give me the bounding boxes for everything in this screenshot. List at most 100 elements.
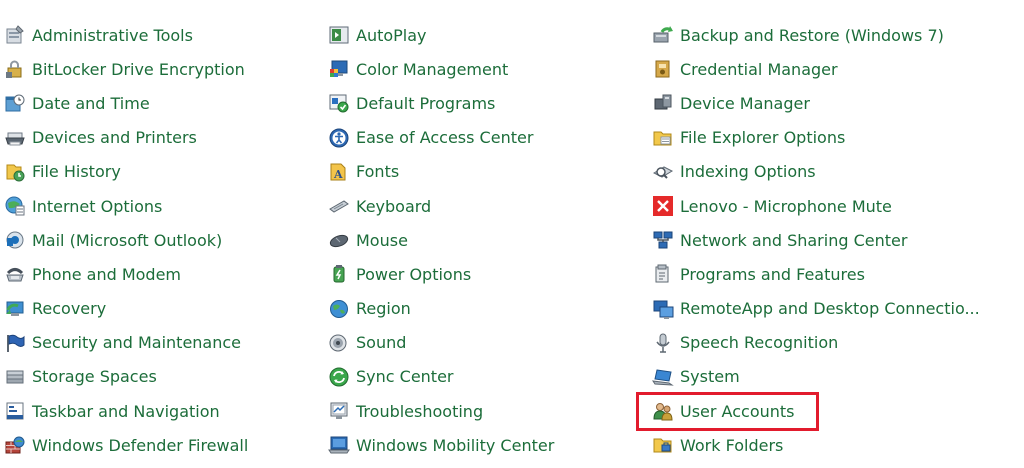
item-mail-outlook[interactable]: Mail (Microsoft Outlook) <box>4 223 248 257</box>
work-folders-icon <box>653 438 672 453</box>
item-label: Color Management <box>356 59 509 79</box>
recovery-icon <box>6 301 24 316</box>
item-date-time[interactable]: Date and Time <box>4 86 248 120</box>
item-file-history[interactable]: File History <box>4 155 248 189</box>
item-system[interactable]: System <box>652 360 980 394</box>
item-label: Network and Sharing Center <box>680 230 908 250</box>
microphone-icon <box>656 333 670 353</box>
item-devices-printers[interactable]: Devices and Printers <box>4 121 248 155</box>
firewall-icon <box>5 436 25 454</box>
item-power-options[interactable]: Power Options <box>328 257 554 291</box>
item-programs-features[interactable]: Programs and Features <box>652 257 980 291</box>
internet-options-icon <box>5 196 25 216</box>
item-label: Storage Spaces <box>32 367 157 387</box>
item-label: Power Options <box>356 264 472 284</box>
item-file-explorer-options[interactable]: File Explorer Options <box>652 121 980 155</box>
item-bitlocker[interactable]: BitLocker Drive Encryption <box>4 52 248 86</box>
item-label: Programs and Features <box>680 264 865 284</box>
item-label: Devices and Printers <box>32 128 197 148</box>
item-ease-of-access[interactable]: Ease of Access Center <box>328 121 554 155</box>
item-label: Fonts <box>356 162 400 182</box>
item-fonts[interactable]: A Fonts <box>328 155 554 189</box>
item-device-manager[interactable]: Device Manager <box>652 86 980 120</box>
item-label: BitLocker Drive Encryption <box>32 59 245 79</box>
item-default-programs[interactable]: Default Programs <box>328 86 554 120</box>
item-region[interactable]: Region <box>328 292 554 326</box>
backup-restore-icon <box>653 26 673 43</box>
item-sync-center[interactable]: Sync Center <box>328 360 554 394</box>
keyboard-icon <box>329 200 349 213</box>
ease-of-access-icon <box>329 128 349 148</box>
item-label: Sound <box>356 333 407 353</box>
item-troubleshooting[interactable]: Troubleshooting <box>328 394 554 428</box>
item-label: Region <box>356 299 411 319</box>
fonts-icon: A <box>330 163 346 181</box>
svg-text:A: A <box>333 168 343 181</box>
file-history-icon <box>6 164 25 182</box>
item-label: Work Folders <box>680 435 784 455</box>
credential-manager-icon <box>655 60 670 78</box>
item-sound[interactable]: Sound <box>328 326 554 360</box>
item-taskbar-navigation[interactable]: Taskbar and Navigation <box>4 394 248 428</box>
item-internet-options[interactable]: Internet Options <box>4 189 248 223</box>
item-keyboard[interactable]: Keyboard <box>328 189 554 223</box>
item-security-maintenance[interactable]: Security and Maintenance <box>4 326 248 360</box>
item-label: Indexing Options <box>680 162 816 182</box>
indexing-options-icon <box>652 166 674 179</box>
item-label: Windows Mobility Center <box>356 435 555 455</box>
item-label: Internet Options <box>32 196 163 216</box>
item-network-sharing-center[interactable]: Network and Sharing Center <box>652 223 980 257</box>
lenovo-mic-mute-icon <box>653 196 673 217</box>
column-3: Backup and Restore (Windows 7) Credentia… <box>652 18 980 462</box>
item-label: File Explorer Options <box>680 128 846 148</box>
user-accounts-icon <box>653 403 673 421</box>
item-label: Keyboard <box>356 196 432 216</box>
item-windows-defender-firewall[interactable]: Windows Defender Firewall <box>4 428 248 462</box>
security-flag-icon <box>7 334 25 352</box>
item-credential-manager[interactable]: Credential Manager <box>652 52 980 86</box>
mail-icon <box>6 231 24 249</box>
item-label: Administrative Tools <box>32 25 193 45</box>
bitlocker-icon <box>6 60 22 79</box>
item-backup-restore[interactable]: Backup and Restore (Windows 7) <box>652 18 980 52</box>
item-label: Taskbar and Navigation <box>32 401 220 421</box>
item-indexing-options[interactable]: Indexing Options <box>652 155 980 189</box>
printer-icon <box>5 132 25 146</box>
item-color-management[interactable]: Color Management <box>328 52 554 86</box>
item-label: AutoPlay <box>356 25 427 45</box>
item-storage-spaces[interactable]: Storage Spaces <box>4 360 248 394</box>
item-label: Default Programs <box>356 93 496 113</box>
item-label: Security and Maintenance <box>32 333 242 353</box>
item-remoteapp-desktop[interactable]: RemoteApp and Desktop Connectio... <box>652 292 980 326</box>
item-label: Phone and Modem <box>32 264 182 284</box>
item-windows-mobility-center[interactable]: Windows Mobility Center <box>328 428 554 462</box>
device-manager-icon <box>654 94 672 110</box>
item-label: Mouse <box>356 230 408 250</box>
item-mouse[interactable]: Mouse <box>328 223 554 257</box>
sound-icon <box>329 334 347 352</box>
autoplay-icon <box>329 26 349 44</box>
item-label: Recovery <box>32 299 107 319</box>
item-work-folders[interactable]: Work Folders <box>652 428 980 462</box>
item-label: User Accounts <box>680 401 795 421</box>
column-1: Administrative Tools BitLocker Drive Enc… <box>4 18 248 462</box>
item-speech-recognition[interactable]: Speech Recognition <box>652 326 980 360</box>
item-administrative-tools[interactable]: Administrative Tools <box>4 18 248 52</box>
item-label: Speech Recognition <box>680 333 839 353</box>
item-autoplay[interactable]: AutoPlay <box>328 18 554 52</box>
item-label: Mail (Microsoft Outlook) <box>32 230 223 250</box>
region-globe-icon <box>330 299 348 318</box>
item-label: Troubleshooting <box>356 401 484 421</box>
item-phone-modem[interactable]: Phone and Modem <box>4 257 248 291</box>
item-lenovo-microphone-mute[interactable]: Lenovo - Microphone Mute <box>652 189 980 223</box>
item-user-accounts[interactable]: User Accounts <box>652 394 980 428</box>
network-sharing-icon <box>653 231 673 249</box>
mouse-icon <box>329 235 349 248</box>
item-label: Lenovo - Microphone Mute <box>680 196 892 216</box>
item-label: Windows Defender Firewall <box>32 435 249 455</box>
mobility-center-icon <box>328 436 350 454</box>
remoteapp-icon <box>653 300 674 319</box>
date-time-icon <box>5 94 25 112</box>
taskbar-icon <box>6 402 24 420</box>
item-recovery[interactable]: Recovery <box>4 292 248 326</box>
